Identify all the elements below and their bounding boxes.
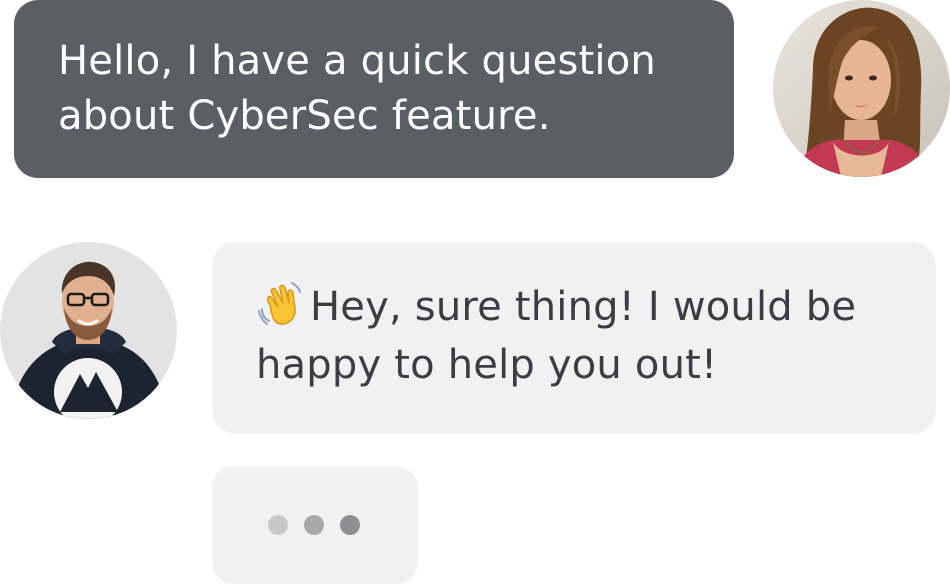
user-message-line-2: about CyberSec feature. xyxy=(58,93,551,139)
typing-dot xyxy=(304,515,324,535)
agent-avatar-image xyxy=(0,242,177,419)
agent-message-bubble: Hey, sure thing! I would be happy to hel… xyxy=(212,242,936,434)
agent-message-line-2: happy to help you out! xyxy=(256,342,718,388)
user-avatar xyxy=(773,0,950,177)
agent-message-text-1: Hey, sure thing! I would be xyxy=(310,284,857,330)
typing-dot xyxy=(340,515,360,535)
agent-avatar xyxy=(0,242,177,419)
typing-dot xyxy=(268,515,288,535)
agent-message-line-1: Hey, sure thing! I would be xyxy=(256,278,916,336)
waving-hand-icon xyxy=(256,279,304,327)
user-message-line-1: Hello, I have a quick question xyxy=(58,38,656,84)
user-message-bubble: Hello, I have a quick question about Cyb… xyxy=(14,0,734,178)
user-avatar-image xyxy=(773,0,950,177)
